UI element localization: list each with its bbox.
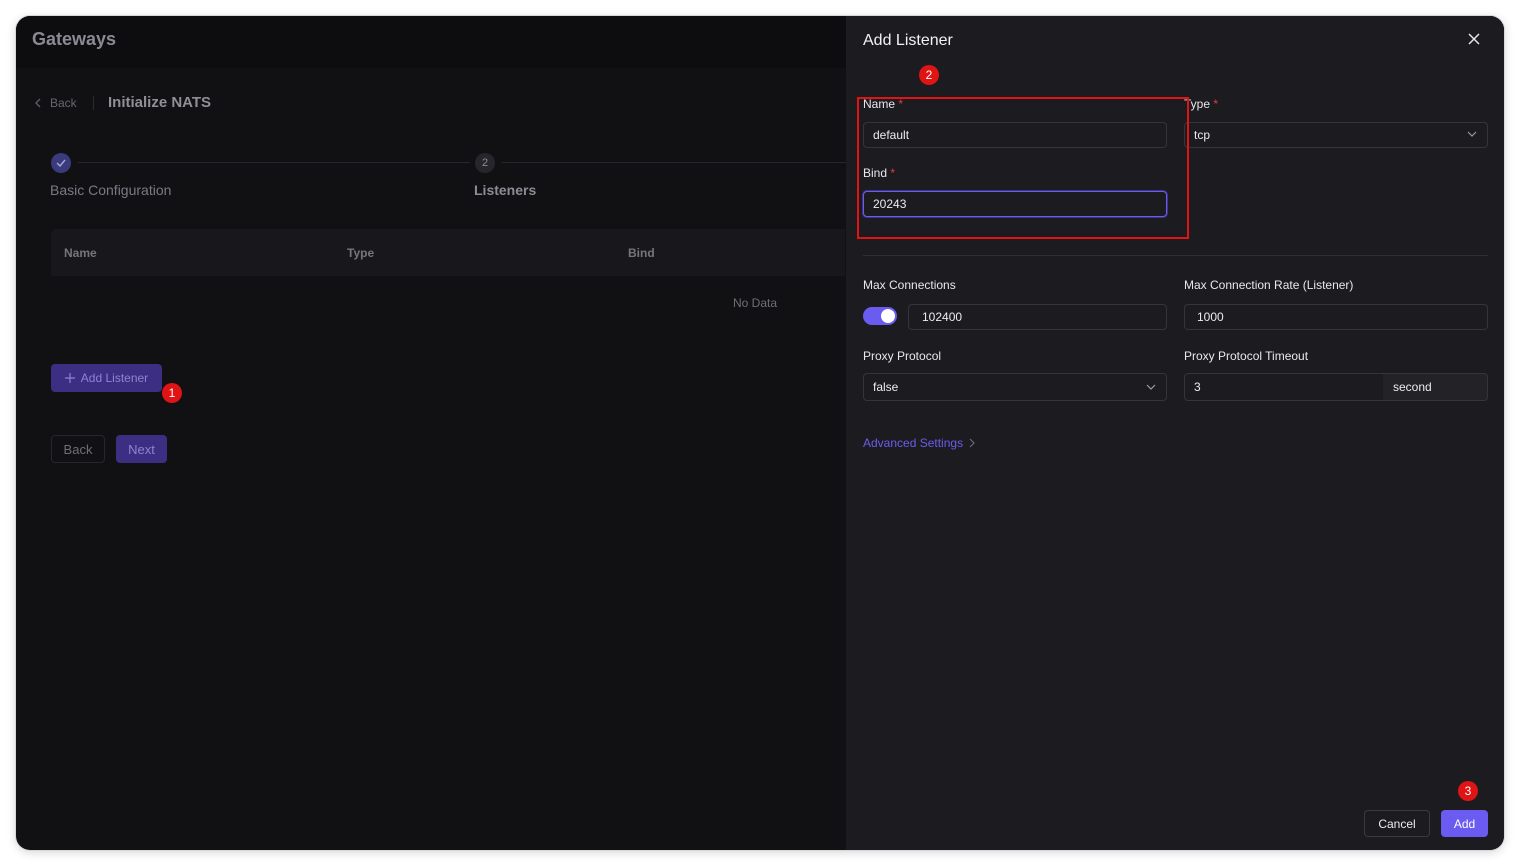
column-header-name: Name <box>64 246 97 260</box>
annotation-highlight-box <box>857 97 1189 239</box>
type-select[interactable]: tcp <box>1184 122 1488 148</box>
step-connector <box>78 162 470 163</box>
app-window: Gateways Back Initialize NATS 2 Basic Co… <box>16 16 1504 850</box>
annotation-badge-2: 2 <box>919 65 939 85</box>
chevron-down-icon <box>1146 384 1156 390</box>
check-icon <box>56 159 66 167</box>
add-button[interactable]: Add <box>1441 810 1488 837</box>
chevron-right-icon <box>969 438 975 448</box>
max-connection-rate-label: Max Connection Rate (Listener) <box>1184 278 1354 292</box>
add-listener-label: Add Listener <box>80 371 149 385</box>
cancel-button[interactable]: Cancel <box>1364 810 1430 837</box>
step-2-indicator: 2 <box>475 153 495 173</box>
step-1-indicator <box>51 153 71 173</box>
step-2-label: Listeners <box>474 182 537 198</box>
max-connection-rate-input[interactable]: 1000 <box>1184 304 1488 330</box>
header-back-link[interactable]: Back <box>34 96 77 110</box>
chevron-down-icon <box>1467 131 1477 137</box>
type-label: Type * <box>1184 97 1218 111</box>
page-title: Initialize NATS <box>108 94 212 111</box>
toggle-knob <box>881 309 895 323</box>
plus-icon <box>64 373 75 383</box>
column-header-type: Type <box>347 246 375 260</box>
proxy-protocol-timeout-label: Proxy Protocol Timeout <box>1184 349 1309 363</box>
chevron-left-icon <box>35 98 41 108</box>
max-connections-input[interactable]: 102400 <box>908 304 1167 330</box>
step-1-label: Basic Configuration <box>50 182 172 198</box>
column-header-bind: Bind <box>628 246 655 260</box>
type-select-value: tcp <box>1194 128 1211 142</box>
back-button[interactable]: Back <box>51 435 105 463</box>
proxy-protocol-select[interactable]: false <box>863 373 1167 401</box>
proxy-protocol-timeout-input[interactable]: 3 <box>1184 373 1384 401</box>
proxy-protocol-value: false <box>873 380 899 394</box>
annotation-badge-3: 3 <box>1458 781 1478 801</box>
drawer-title: Add Listener <box>863 32 953 49</box>
step-connector <box>502 162 846 163</box>
header-divider <box>93 96 94 110</box>
annotation-badge-1: 1 <box>162 383 182 403</box>
listeners-table-header: Name Type Bind <box>51 229 845 276</box>
next-button[interactable]: Next <box>116 435 167 463</box>
timeout-unit-addon: second <box>1383 373 1488 401</box>
proxy-protocol-label: Proxy Protocol <box>863 349 942 363</box>
max-connections-label: Max Connections <box>863 278 956 292</box>
required-marker: * <box>1213 97 1219 111</box>
table-empty-text: No Data <box>733 296 778 310</box>
add-listener-button[interactable]: Add Listener <box>51 364 162 392</box>
max-connections-toggle[interactable] <box>863 307 897 325</box>
advanced-settings-label: Advanced Settings <box>863 436 964 450</box>
close-icon <box>1468 33 1480 45</box>
advanced-settings-link[interactable]: Advanced Settings <box>863 436 975 450</box>
section-divider <box>863 255 1488 256</box>
header-back-label: Back <box>50 96 77 110</box>
close-button[interactable] <box>1466 32 1482 48</box>
app-title: Gateways <box>32 29 117 49</box>
